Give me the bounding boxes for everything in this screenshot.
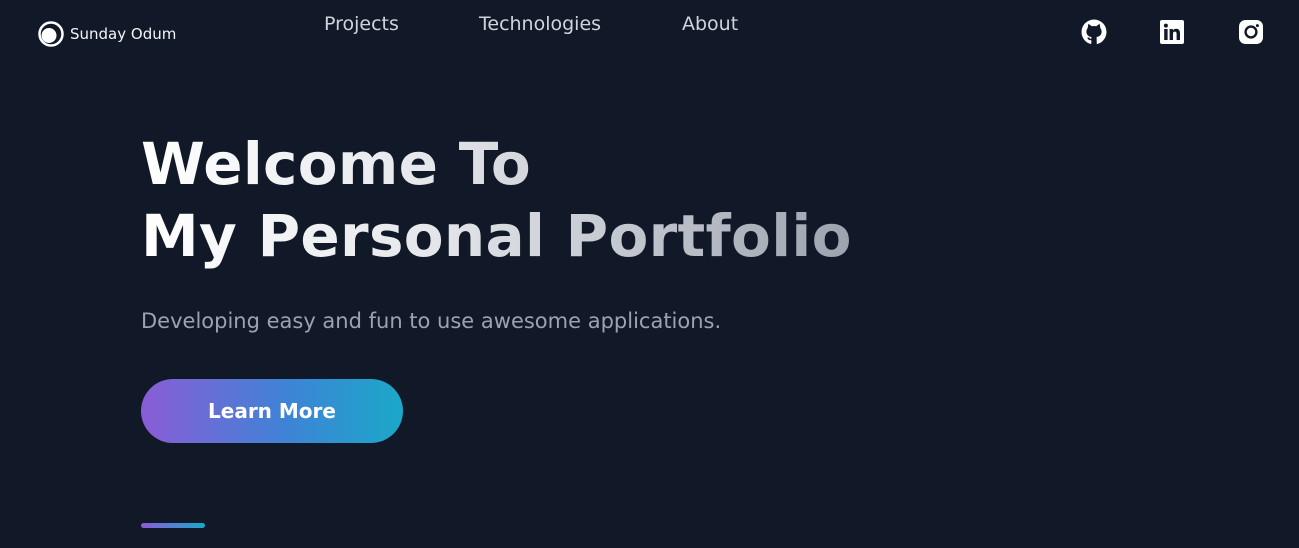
hero-title: Welcome To My Personal Portfolio — [141, 128, 852, 272]
brand-name: Sunday Odum — [70, 25, 177, 43]
linkedin-icon — [1160, 20, 1184, 44]
hero-title-line-2: My Personal Portfolio — [141, 202, 852, 270]
hero-subtitle: Developing easy and fun to use awesome a… — [141, 309, 722, 333]
hero-title-line-1: Welcome To — [141, 130, 532, 198]
section-divider — [141, 523, 205, 528]
instagram-link[interactable] — [1238, 19, 1264, 45]
linkedin-link[interactable] — [1159, 19, 1185, 45]
nav-link-projects[interactable]: Projects — [324, 13, 399, 35]
github-icon — [1081, 19, 1107, 45]
brand-logo[interactable]: Sunday Odum — [37, 20, 176, 48]
github-link[interactable] — [1081, 19, 1107, 45]
instagram-icon — [1239, 20, 1263, 44]
nav-link-technologies[interactable]: Technologies — [479, 13, 601, 35]
logo-ring-icon — [38, 21, 64, 47]
learn-more-button[interactable]: Learn More — [141, 379, 403, 443]
nav-link-about[interactable]: About — [682, 13, 738, 35]
